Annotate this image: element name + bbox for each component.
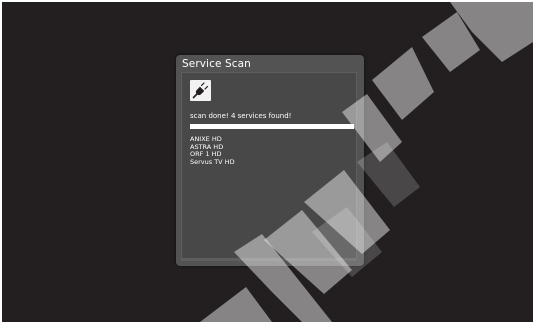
scan-status: scan done! 4 services found! — [190, 112, 292, 120]
dialog-footer — [181, 258, 357, 260]
plug-icon — [190, 80, 211, 101]
tv-screen: Service Scan scan done! 4 services found… — [0, 0, 535, 324]
service-list: ANIXE HD ASTRA HD ORF 1 HD Servus TV HD — [190, 135, 235, 166]
service-scan-dialog: Service Scan scan done! 4 services found… — [176, 55, 364, 266]
scan-progress-bar — [190, 124, 354, 129]
dialog-title: Service Scan — [182, 58, 251, 70]
scan-progress-fill — [190, 124, 354, 129]
list-item: Servus TV HD — [190, 157, 235, 166]
dialog-body: scan done! 4 services found! ANIXE HD AS… — [181, 72, 357, 261]
